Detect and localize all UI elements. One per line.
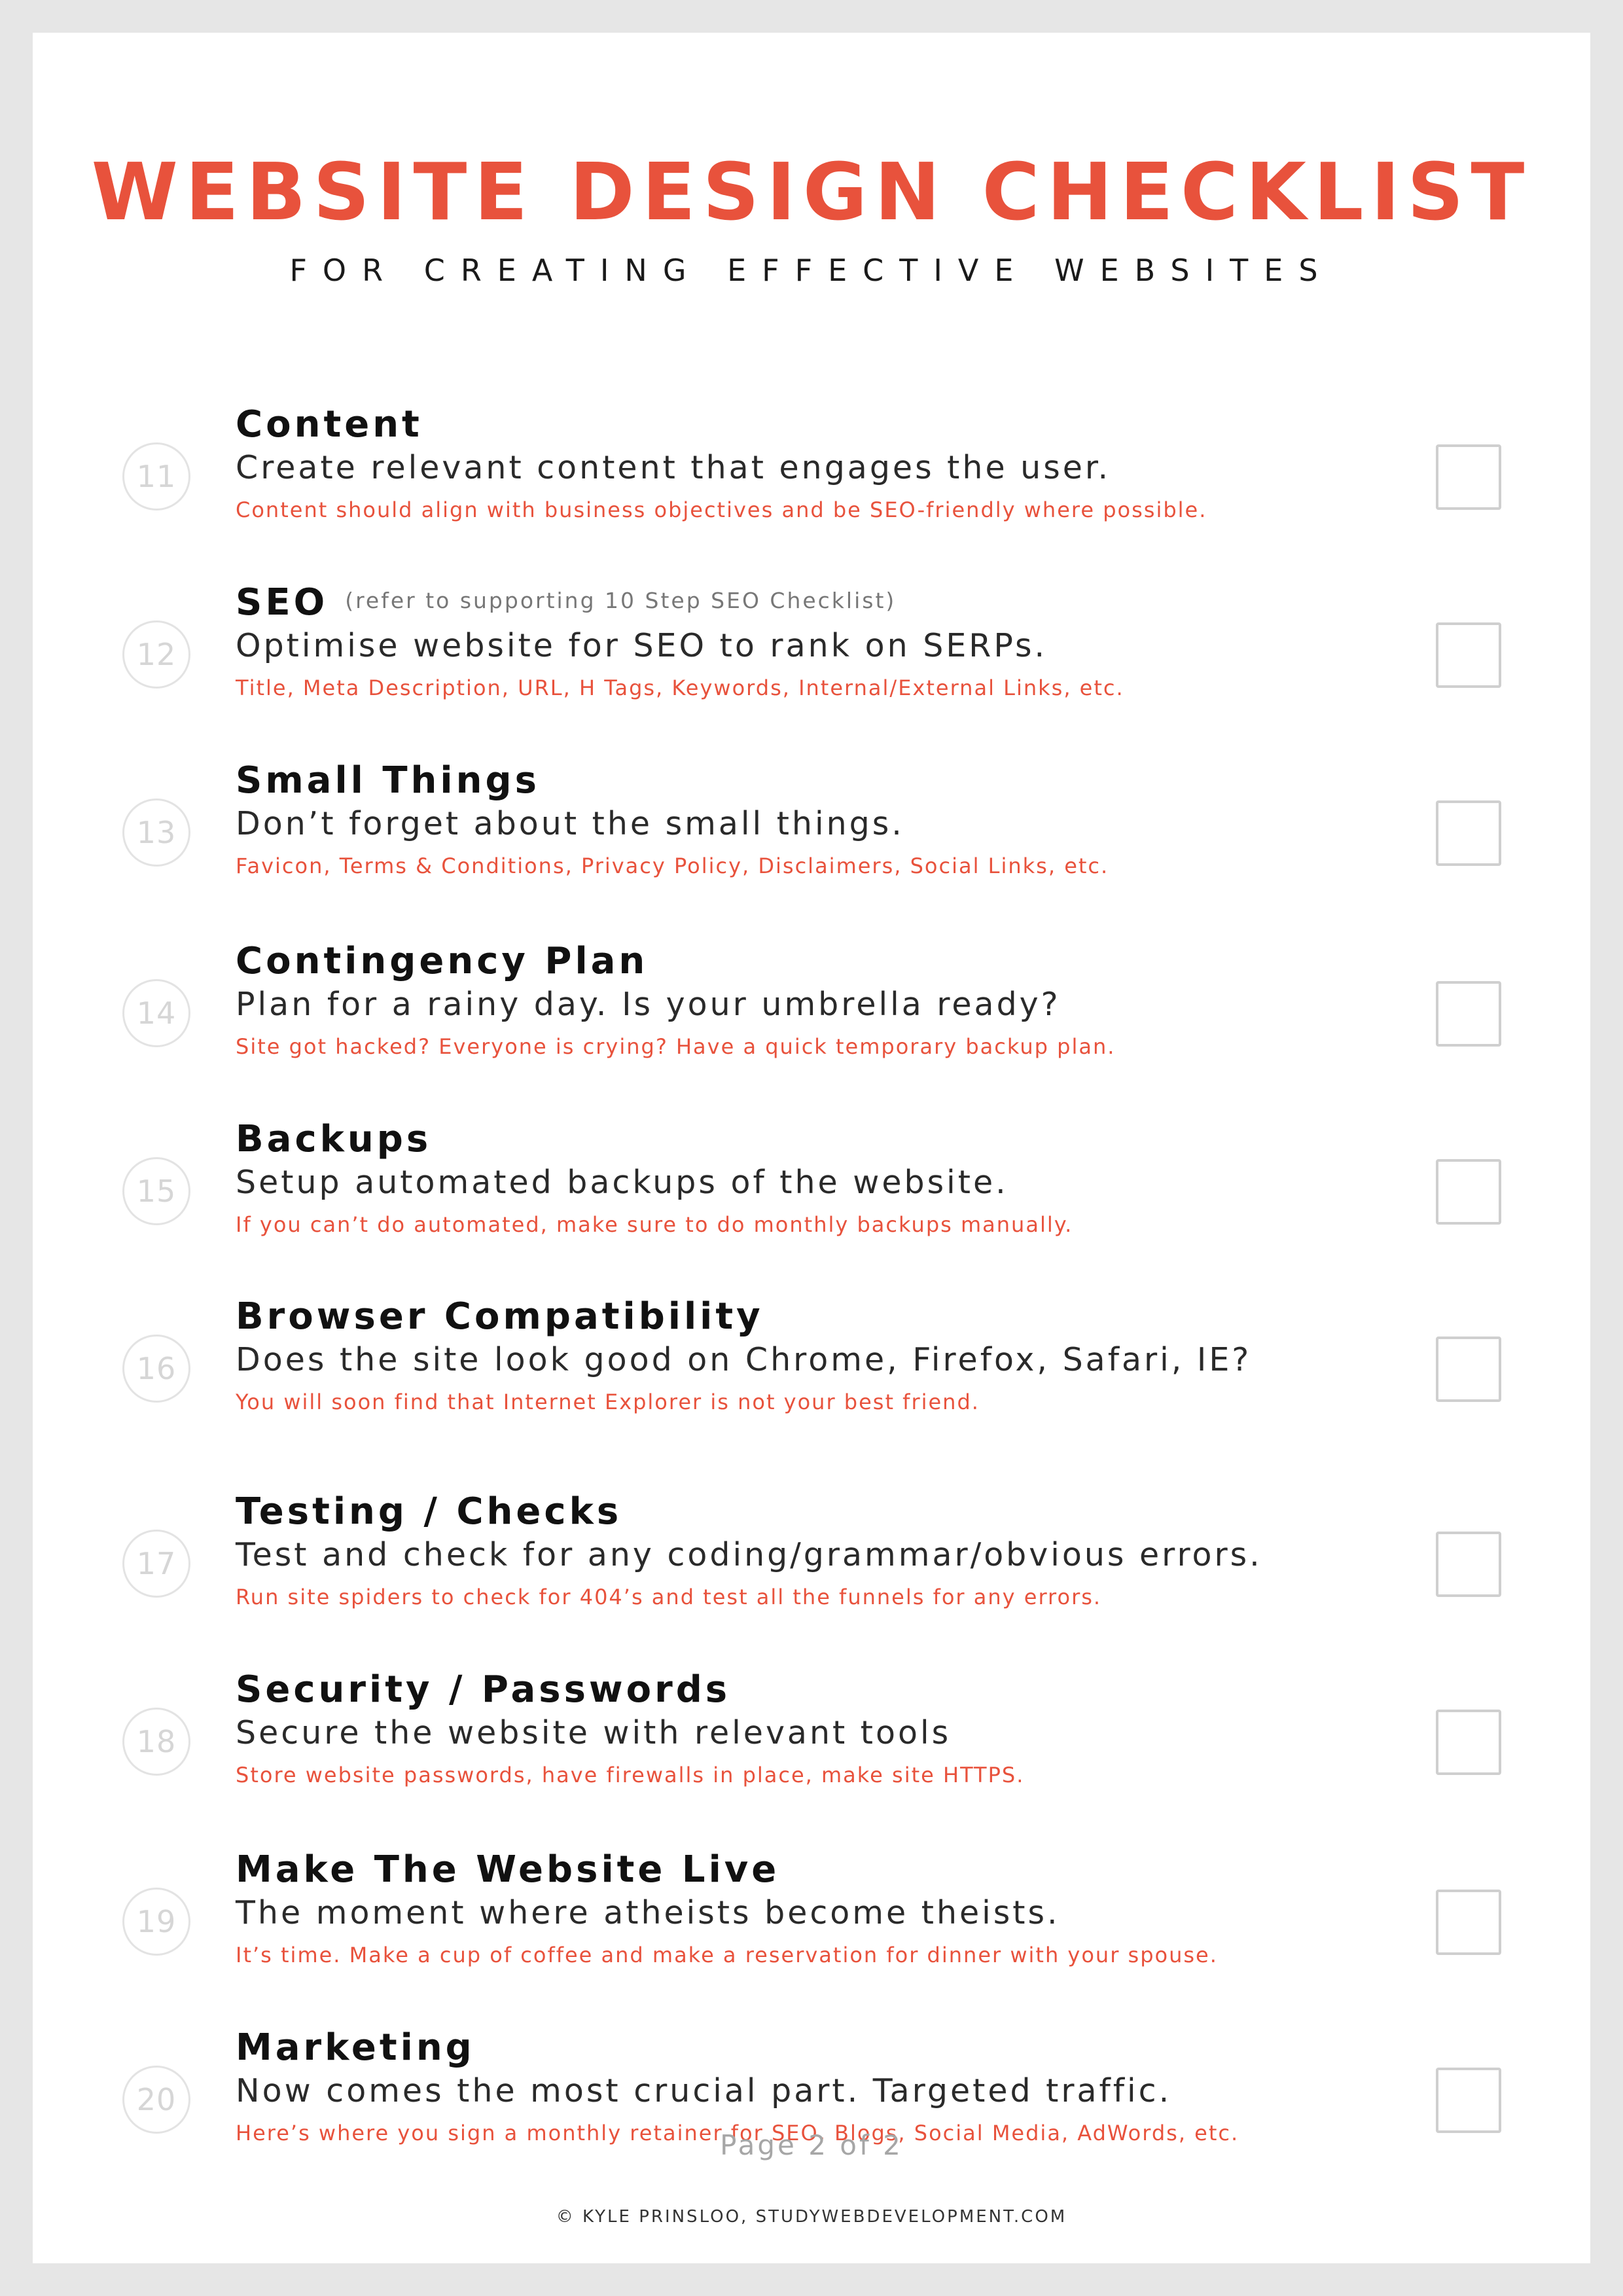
item-number-badge: 11 xyxy=(122,442,190,511)
page-title: WEBSITE DESIGN CHECKLIST xyxy=(91,147,1532,238)
checklist-item: 13 Small Things Don’t forget about the s… xyxy=(33,762,1590,922)
item-description: Does the site look good on Chrome, Firef… xyxy=(236,1341,1252,1378)
item-title: SEO (refer to supporting 10 Step SEO Chec… xyxy=(236,584,896,621)
item-title-text: Security / Passwords xyxy=(236,1668,731,1711)
checklist-item: 16 Browser Compatibility Does the site l… xyxy=(33,1299,1590,1458)
checklist-item: 15 Backups Setup automated backups of th… xyxy=(33,1121,1590,1281)
item-checkbox[interactable] xyxy=(1436,800,1501,866)
item-title-text: Contingency Plan xyxy=(236,940,649,982)
item-number-badge: 16 xyxy=(122,1335,190,1403)
item-checkbox[interactable] xyxy=(1436,981,1501,1047)
item-hint: If you can’t do automated, make sure to … xyxy=(236,1212,1073,1237)
item-description: Now comes the most crucial part. Targete… xyxy=(236,2072,1172,2109)
item-title: Make The Website Live xyxy=(236,1852,779,1888)
page-subtitle: FOR CREATING EFFECTIVE WEBSITES xyxy=(289,253,1334,288)
item-hint: You will soon find that Internet Explore… xyxy=(236,1390,980,1414)
item-checkbox[interactable] xyxy=(1436,1336,1501,1402)
item-title-text: SEO xyxy=(236,581,329,624)
item-checkbox[interactable] xyxy=(1436,444,1501,510)
checklist-item: 14 Contingency Plan Plan for a rainy day… xyxy=(33,943,1590,1103)
item-checkbox[interactable] xyxy=(1436,2068,1501,2133)
item-number-badge: 14 xyxy=(122,979,190,1047)
checklist-page: WEBSITE DESIGN CHECKLIST FOR CREATING EF… xyxy=(33,33,1590,2263)
item-title-text: Small Things xyxy=(236,759,540,802)
item-hint: Site got hacked? Everyone is crying? Hav… xyxy=(236,1034,1116,1059)
checklist-item: 17 Testing / Checks Test and check for a… xyxy=(33,1494,1590,1653)
checklist-item: 11 Content Create relevant content that … xyxy=(33,406,1590,566)
item-description: Optimise website for SEO to rank on SERP… xyxy=(236,627,1048,664)
page-indicator: Page 2 of 2 xyxy=(720,2129,903,2161)
item-note: (refer to supporting 10 Step SEO Checkli… xyxy=(345,588,897,613)
item-description: Setup automated backups of the website. xyxy=(236,1164,1008,1201)
item-title: Security / Passwords xyxy=(236,1672,730,1708)
item-hint: Run site spiders to check for 404’s and … xyxy=(236,1585,1102,1609)
item-checkbox[interactable] xyxy=(1436,1159,1501,1225)
checklist-item: 20 Marketing Now comes the most crucial … xyxy=(33,2030,1590,2189)
item-title-text: Browser Compatibility xyxy=(236,1295,764,1338)
checklist-item: 18 Security / Passwords Secure the websi… xyxy=(33,1672,1590,1831)
item-title: Content xyxy=(236,406,423,443)
item-title: Small Things xyxy=(236,762,540,799)
item-description: Secure the website with relevant tools xyxy=(236,1714,952,1751)
item-title-text: Make The Website Live xyxy=(236,1848,780,1891)
item-number-badge: 13 xyxy=(122,798,190,867)
item-number-badge: 15 xyxy=(122,1157,190,1225)
item-hint: Favicon, Terms & Conditions, Privacy Pol… xyxy=(236,853,1109,878)
item-title: Contingency Plan xyxy=(236,943,648,980)
item-title-text: Marketing xyxy=(236,2026,475,2069)
item-title-text: Testing / Checks xyxy=(236,1490,622,1533)
item-number-badge: 19 xyxy=(122,1888,190,1956)
item-description: Create relevant content that engages the… xyxy=(236,449,1111,486)
item-number-badge: 18 xyxy=(122,1708,190,1776)
item-checkbox[interactable] xyxy=(1436,1710,1501,1775)
item-title-text: Backups xyxy=(236,1118,432,1160)
item-checkbox[interactable] xyxy=(1436,1532,1501,1597)
copyright-footer: © KYLE PRINSLOO, STUDYWEBDEVELOPMENT.COM xyxy=(556,2207,1067,2227)
item-title: Marketing xyxy=(236,2030,475,2066)
item-hint: It’s time. Make a cup of coffee and make… xyxy=(236,1943,1218,1967)
item-description: Test and check for any coding/grammar/ob… xyxy=(236,1536,1262,1573)
item-checkbox[interactable] xyxy=(1436,1890,1501,1955)
item-number-badge: 20 xyxy=(122,2066,190,2134)
checklist-item: 19 Make The Website Live The moment wher… xyxy=(33,1852,1590,2011)
item-number-badge: 12 xyxy=(122,620,190,689)
checklist-item: 12 SEO (refer to supporting 10 Step SEO C… xyxy=(33,584,1590,744)
item-number-badge: 17 xyxy=(122,1530,190,1598)
item-description: Don’t forget about the small things. xyxy=(236,805,904,842)
item-description: Plan for a rainy day. Is your umbrella r… xyxy=(236,986,1061,1023)
item-hint: Store website passwords, have firewalls … xyxy=(236,1763,1025,1787)
item-title: Browser Compatibility xyxy=(236,1299,764,1335)
item-hint: Content should align with business objec… xyxy=(236,497,1207,522)
item-hint: Title, Meta Description, URL, H Tags, Ke… xyxy=(236,675,1124,700)
item-title: Backups xyxy=(236,1121,431,1158)
item-title-text: Content xyxy=(236,403,423,446)
item-checkbox[interactable] xyxy=(1436,622,1501,688)
item-title: Testing / Checks xyxy=(236,1494,622,1530)
item-description: The moment where atheists become theists… xyxy=(236,1894,1060,1931)
